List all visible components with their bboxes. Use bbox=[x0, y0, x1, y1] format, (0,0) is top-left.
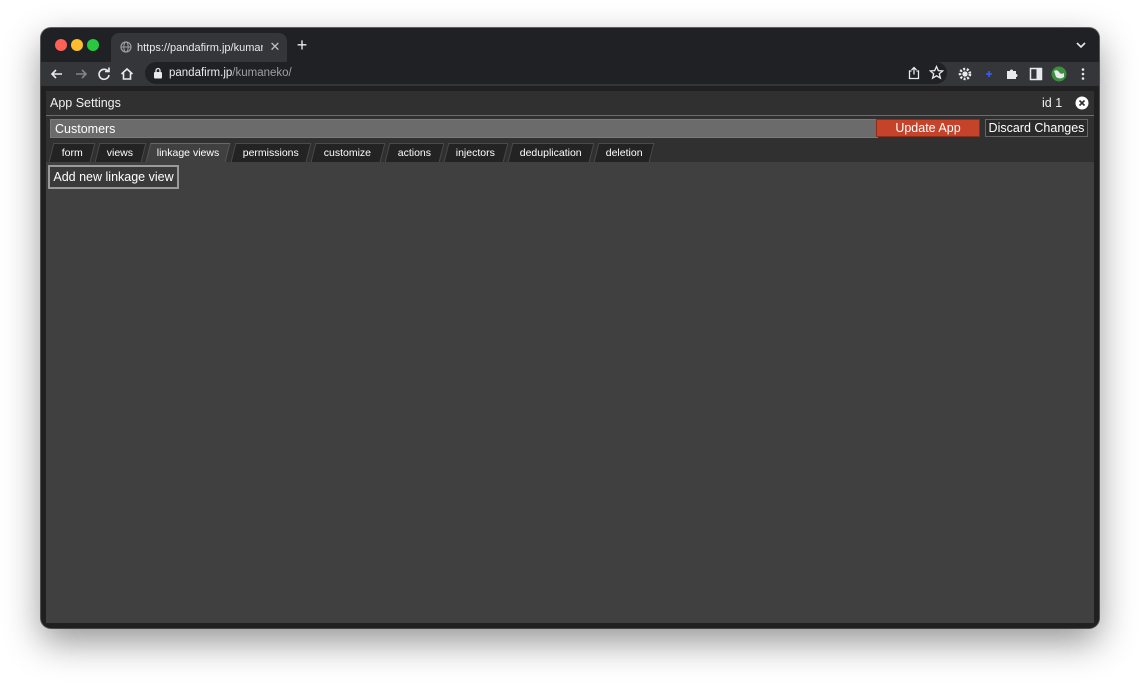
puzzle-extensions-icon[interactable] bbox=[1004, 66, 1020, 82]
address-bar[interactable]: pandafirm.jp/kumaneko/ bbox=[145, 62, 947, 84]
tab-label: injectors bbox=[456, 147, 496, 159]
tab-customize[interactable]: customize bbox=[310, 143, 386, 162]
add-linkage-view-button[interactable]: Add new linkage view bbox=[48, 165, 179, 189]
app-settings-dialog: App Settings id 1 Update App Discard Cha… bbox=[46, 91, 1094, 623]
tab-label: permissions bbox=[242, 147, 299, 159]
forward-arrow-icon[interactable] bbox=[73, 66, 89, 82]
tab-actions[interactable]: actions bbox=[384, 143, 445, 162]
title-divider bbox=[46, 115, 1094, 116]
app-id-label: id 1 bbox=[1042, 96, 1063, 110]
tab-label: linkage views bbox=[156, 147, 219, 159]
settings-gear-icon[interactable] bbox=[957, 66, 973, 82]
side-panel-icon[interactable] bbox=[1028, 66, 1044, 82]
update-app-button[interactable]: Update App bbox=[876, 119, 980, 137]
tab-form[interactable]: form bbox=[48, 143, 96, 162]
extension-spark-icon[interactable] bbox=[981, 66, 997, 82]
globe-icon bbox=[120, 41, 132, 53]
new-tab-button[interactable]: + bbox=[293, 36, 311, 54]
profile-avatar-icon[interactable] bbox=[1051, 66, 1067, 82]
page-viewport: App Settings id 1 Update App Discard Cha… bbox=[41, 86, 1099, 628]
tab-label: deletion bbox=[605, 147, 643, 159]
dialog-title: App Settings bbox=[50, 96, 121, 110]
star-icon[interactable] bbox=[929, 65, 944, 80]
close-icon[interactable] bbox=[1075, 96, 1089, 110]
minimize-window-button[interactable] bbox=[71, 39, 83, 51]
chevron-down-icon[interactable] bbox=[1073, 38, 1089, 52]
tab-label: form bbox=[61, 147, 83, 159]
tab-deletion[interactable]: deletion bbox=[593, 143, 655, 162]
tab-injectors[interactable]: injectors bbox=[443, 143, 509, 162]
more-menu-icon[interactable] bbox=[1075, 66, 1091, 82]
app-name-input[interactable] bbox=[50, 119, 878, 138]
tab-deduplication[interactable]: deduplication bbox=[507, 143, 595, 162]
tab-close-icon[interactable]: ✕ bbox=[267, 39, 283, 55]
lock-icon[interactable] bbox=[153, 67, 163, 79]
settings-tab-bar: form views linkage views permissions cus… bbox=[46, 143, 1094, 162]
tab-permissions[interactable]: permissions bbox=[230, 143, 312, 162]
share-icon[interactable] bbox=[907, 66, 921, 80]
tab-views[interactable]: views bbox=[94, 143, 147, 162]
browser-toolbar: pandafirm.jp/kumaneko/ bbox=[41, 62, 1099, 86]
zoom-window-button[interactable] bbox=[87, 39, 99, 51]
url-host: pandafirm.jp bbox=[169, 67, 233, 79]
tab-strip: https://pandafirm.jp/kumaneko/ ✕ + bbox=[41, 28, 1099, 62]
close-window-button[interactable] bbox=[55, 39, 67, 51]
reload-icon[interactable] bbox=[96, 66, 112, 82]
url-text: pandafirm.jp/kumaneko/ bbox=[169, 66, 292, 80]
home-icon[interactable] bbox=[119, 66, 135, 82]
discard-changes-button[interactable]: Discard Changes bbox=[985, 119, 1088, 137]
tab-title: https://pandafirm.jp/kumaneko/ bbox=[137, 42, 263, 54]
url-path: /kumaneko/ bbox=[232, 67, 292, 79]
browser-tab[interactable]: https://pandafirm.jp/kumaneko/ ✕ bbox=[111, 33, 287, 62]
tab-label: actions bbox=[397, 147, 431, 159]
browser-window: https://pandafirm.jp/kumaneko/ ✕ + bbox=[41, 28, 1099, 628]
tab-label: views bbox=[107, 147, 134, 159]
tab-label: deduplication bbox=[519, 147, 582, 159]
tab-label: customize bbox=[324, 147, 372, 159]
linkage-views-panel: Add new linkage view bbox=[46, 162, 1094, 623]
tab-linkage-views[interactable]: linkage views bbox=[145, 143, 231, 162]
back-arrow-icon[interactable] bbox=[49, 66, 65, 82]
